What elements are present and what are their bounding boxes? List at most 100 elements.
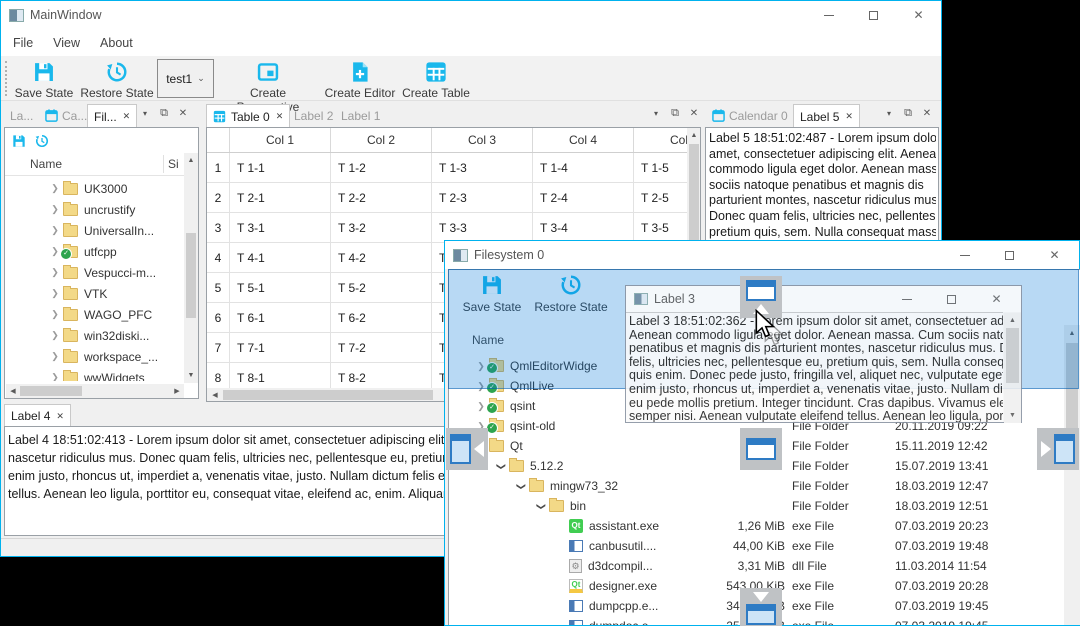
panel-float-icon[interactable]: ⧉ bbox=[900, 105, 916, 121]
label3-titlebar[interactable]: Label 3 ✕ bbox=[626, 286, 1021, 312]
expand-chevron-icon[interactable]: ❯ bbox=[47, 183, 63, 194]
tab-filesystem1[interactable]: Fil... ✕ bbox=[87, 104, 138, 128]
maximize-button[interactable] bbox=[987, 241, 1032, 269]
table-cell[interactable]: T 3-2 bbox=[331, 213, 432, 242]
tab-close-icon[interactable]: ✕ bbox=[276, 111, 284, 122]
tree-item[interactable]: ❯ wwWidgets bbox=[5, 367, 183, 381]
table-cell[interactable]: T 2-1 bbox=[230, 183, 331, 212]
table-cell[interactable]: T 1-2 bbox=[331, 153, 432, 182]
table-cell[interactable]: T 1-3 bbox=[432, 153, 533, 182]
panel-close-icon[interactable]: ✕ bbox=[919, 105, 935, 121]
row-number-cell[interactable]: 4 bbox=[207, 243, 230, 272]
expand-chevron-icon[interactable]: ❯ bbox=[47, 204, 63, 215]
minimize-button[interactable] bbox=[942, 241, 987, 269]
column-header[interactable]: Col 1 bbox=[230, 128, 331, 152]
scroll-left-icon[interactable]: ◀ bbox=[8, 388, 18, 395]
tree-item[interactable]: ❯ uncrustify bbox=[5, 199, 183, 220]
filesystem-titlebar[interactable]: Filesystem 0 ✕ bbox=[445, 241, 1079, 269]
table-cell[interactable]: T 7-1 bbox=[230, 333, 331, 362]
scroll-left-icon[interactable]: ◀ bbox=[210, 392, 220, 399]
tab-label2[interactable]: Label 2 bbox=[288, 104, 339, 127]
menu-about[interactable]: About bbox=[90, 30, 143, 56]
left-tree-vscrollbar[interactable]: ▲ ▼ bbox=[184, 153, 198, 383]
maximize-button[interactable] bbox=[929, 286, 974, 312]
menu-view[interactable]: View bbox=[43, 30, 90, 56]
expand-chevron-icon[interactable]: ❯ bbox=[47, 225, 63, 236]
table-cell[interactable]: T 5-1 bbox=[230, 273, 331, 302]
fs-tree-item[interactable]: Qt assistant.exe 1,26 MiB exe File 07.03.201… bbox=[449, 516, 1064, 536]
tab-calendar1[interactable]: Ca... bbox=[39, 104, 93, 127]
panel-close-icon[interactable]: ✕ bbox=[686, 105, 702, 121]
expand-chevron-icon[interactable]: ❯ bbox=[536, 498, 547, 514]
dock-indicator-right[interactable] bbox=[1037, 428, 1079, 470]
expand-chevron-icon[interactable]: ❯ bbox=[496, 458, 507, 474]
tab-table0[interactable]: Table 0 ✕ bbox=[206, 104, 291, 128]
close-button[interactable]: ✕ bbox=[896, 1, 941, 29]
tree-item[interactable]: ❯ VTK bbox=[5, 283, 183, 304]
row-number-cell[interactable]: 7 bbox=[207, 333, 230, 362]
tree-item[interactable]: ❯ UK3000 bbox=[5, 178, 183, 199]
tab-label5[interactable]: Label 5 ✕ bbox=[793, 104, 860, 128]
table-cell[interactable]: T 3-4 bbox=[533, 213, 634, 242]
tree-item[interactable]: ❯utfcpp bbox=[5, 241, 183, 262]
maximize-button[interactable] bbox=[851, 1, 896, 29]
expand-chevron-icon[interactable]: ❯ bbox=[47, 288, 63, 299]
tree-header-size[interactable]: Si bbox=[168, 157, 179, 171]
tree-item[interactable]: ❯ Vespucci-m... bbox=[5, 262, 183, 283]
table-cell[interactable]: T 5-2 bbox=[331, 273, 432, 302]
fs-tree-item[interactable]: ⚙ d3dcompil... 3,31 MiB dll File 11.03.2014 … bbox=[449, 556, 1064, 576]
table-cell[interactable]: T 7-2 bbox=[331, 333, 432, 362]
column-header[interactable]: Col 2 bbox=[331, 128, 432, 152]
row-number-cell[interactable]: 3 bbox=[207, 213, 230, 242]
table-cell[interactable]: T 4-2 bbox=[331, 243, 432, 272]
mini-save-icon[interactable] bbox=[12, 134, 26, 148]
tree-item[interactable]: ❯ workspace_... bbox=[5, 346, 183, 367]
panel-close-icon[interactable]: ✕ bbox=[175, 105, 191, 121]
expand-chevron-icon[interactable]: ❯ bbox=[47, 330, 63, 341]
close-button[interactable]: ✕ bbox=[974, 286, 1019, 312]
expand-chevron-icon[interactable]: ❯ bbox=[47, 309, 63, 320]
expand-chevron-icon[interactable]: ❯ bbox=[47, 267, 63, 278]
tab-label1[interactable]: Label 1 bbox=[335, 104, 386, 127]
tab-close-icon[interactable]: ✕ bbox=[56, 411, 64, 422]
row-number-cell[interactable]: 6 bbox=[207, 303, 230, 332]
expand-chevron-icon[interactable]: ❯ bbox=[516, 478, 527, 494]
scroll-up-icon[interactable]: ▲ bbox=[184, 157, 198, 164]
fs-tree-item[interactable]: ❯ bin File Folder 18.03.2019 12:51 bbox=[449, 496, 1064, 516]
panel-menu-icon[interactable]: ▾ bbox=[881, 105, 897, 121]
scroll-up-icon[interactable]: ▲ bbox=[1004, 317, 1021, 324]
expand-chevron-icon[interactable]: ❯ bbox=[47, 372, 63, 381]
create-editor-button[interactable]: Create Editor bbox=[323, 58, 397, 100]
perspective-combo[interactable]: test1 ⌄ bbox=[157, 59, 214, 98]
column-header[interactable]: Col 4 bbox=[533, 128, 634, 152]
table-cell[interactable]: T 2-4 bbox=[533, 183, 634, 212]
label3-vscrollbar[interactable]: ▲ ▼ bbox=[1004, 313, 1021, 423]
scroll-down-icon[interactable]: ▼ bbox=[184, 372, 198, 379]
dock-indicator-bottom[interactable] bbox=[740, 588, 782, 626]
toolbar-handle[interactable] bbox=[5, 61, 7, 96]
label3-window[interactable]: Label 3 ✕ Label 3 18:51:02:362 - Lorem i… bbox=[625, 285, 1022, 423]
tree-item[interactable]: ❯ UniversalIn... bbox=[5, 220, 183, 241]
create-table-button[interactable]: Create Table bbox=[401, 58, 471, 100]
column-header[interactable]: Col 3 bbox=[432, 128, 533, 152]
row-number-cell[interactable]: 5 bbox=[207, 273, 230, 302]
panel-menu-icon[interactable]: ▾ bbox=[137, 105, 153, 121]
tab-close-icon[interactable]: ✕ bbox=[123, 111, 131, 122]
table-cell[interactable]: T 3-3 bbox=[432, 213, 533, 242]
table-cell[interactable]: T 6-1 bbox=[230, 303, 331, 332]
left-tree-hscrollbar[interactable]: ◀ ▶ bbox=[6, 384, 184, 398]
tab-label0[interactable]: La... bbox=[4, 104, 39, 127]
table-cell[interactable]: T 4-1 bbox=[230, 243, 331, 272]
create-perspective-button[interactable]: Create Perspective bbox=[217, 58, 319, 114]
table-cell[interactable]: T 1-4 bbox=[533, 153, 634, 182]
table-cell[interactable]: T 6-2 bbox=[331, 303, 432, 332]
expand-chevron-icon[interactable]: ❯ bbox=[47, 351, 63, 362]
tab-calendar0[interactable]: Calendar 0 bbox=[706, 104, 794, 127]
table-cell[interactable]: T 2-2 bbox=[331, 183, 432, 212]
tree-header-name[interactable]: Name bbox=[30, 157, 62, 171]
tab-close-icon[interactable]: ✕ bbox=[845, 111, 853, 122]
row-number-cell[interactable]: 2 bbox=[207, 183, 230, 212]
dock-indicator-center[interactable] bbox=[740, 428, 782, 470]
mini-restore-icon[interactable] bbox=[35, 134, 49, 148]
restore-state-button[interactable]: Restore State bbox=[79, 58, 155, 100]
